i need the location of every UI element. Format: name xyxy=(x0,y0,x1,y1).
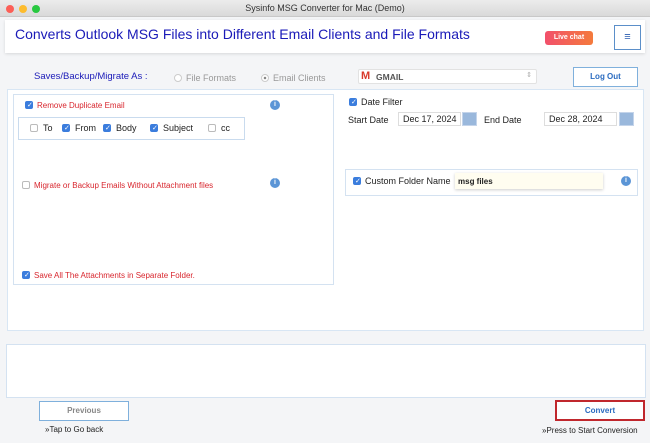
date-filter-label: Date Filter xyxy=(361,97,403,107)
previous-hint: »Tap to Go back xyxy=(45,425,104,434)
field-body-label: Body xyxy=(116,123,137,133)
gmail-icon: M xyxy=(361,70,371,82)
field-subject-checkbox[interactable] xyxy=(150,124,158,132)
header: Converts Outlook MSG Files into Differen… xyxy=(5,20,645,53)
info-icon[interactable]: i xyxy=(270,178,280,188)
remove-duplicate-label: Remove Duplicate Email xyxy=(37,101,125,110)
field-subject-label: Subject xyxy=(163,123,194,133)
email-clients-label: Email Clients xyxy=(273,73,326,83)
info-icon[interactable]: i xyxy=(621,176,631,186)
minimize-window-button[interactable] xyxy=(19,5,27,13)
custom-folder-checkbox[interactable] xyxy=(353,177,361,185)
field-body-checkbox[interactable] xyxy=(103,124,111,132)
file-formats-label: File Formats xyxy=(186,73,237,83)
calendar-icon[interactable] xyxy=(619,112,634,126)
end-date-input[interactable]: Dec 28, 2024 xyxy=(544,112,617,126)
chevron-updown-icon: ⇕ xyxy=(526,72,532,79)
field-to-checkbox[interactable] xyxy=(30,124,38,132)
custom-folder-input[interactable]: msg files xyxy=(455,173,603,189)
calendar-icon[interactable] xyxy=(462,112,477,126)
field-from-checkbox[interactable] xyxy=(62,124,70,132)
end-date-label: End Date xyxy=(484,115,522,125)
remove-duplicate-checkbox[interactable] xyxy=(25,101,33,109)
start-date-input[interactable]: Dec 17, 2024 xyxy=(398,112,461,126)
field-to-label: To xyxy=(43,123,53,133)
close-window-button[interactable] xyxy=(6,5,14,13)
radio-file-formats[interactable] xyxy=(174,74,182,82)
convert-button[interactable]: Convert xyxy=(555,400,645,421)
previous-button[interactable]: Previous xyxy=(39,401,129,421)
live-chat-button[interactable]: Live chat xyxy=(545,31,593,45)
without-attachment-label: Migrate or Backup Emails Without Attachm… xyxy=(34,181,214,190)
start-date-label: Start Date xyxy=(348,115,389,125)
field-from-label: From xyxy=(75,123,96,133)
email-client-select[interactable]: M GMAIL ⇕ xyxy=(358,69,537,84)
left-options-panel: Remove Duplicate Email i To From Body Su… xyxy=(13,94,334,285)
custom-folder-panel: Custom Folder Name msg files i xyxy=(345,169,638,196)
without-attachment-checkbox[interactable] xyxy=(22,181,30,189)
title-bar: Sysinfo MSG Converter for Mac (Demo) xyxy=(0,0,650,17)
page-title: Converts Outlook MSG Files into Differen… xyxy=(15,26,470,42)
info-icon[interactable]: i xyxy=(270,100,280,110)
logout-button[interactable]: Log Out xyxy=(573,67,638,87)
zoom-window-button[interactable] xyxy=(32,5,40,13)
field-cc-label: cc xyxy=(221,123,230,133)
save-as-label: Saves/Backup/Migrate As : xyxy=(34,71,148,82)
save-attachments-label: Save All The Attachments in Separate Fol… xyxy=(34,271,195,280)
save-attachments-checkbox[interactable] xyxy=(22,271,30,279)
field-cc-checkbox[interactable] xyxy=(208,124,216,132)
radio-email-clients[interactable] xyxy=(261,74,269,82)
custom-folder-label: Custom Folder Name xyxy=(365,176,451,186)
selected-client: GMAIL xyxy=(376,72,404,82)
duplicate-fields-group: To From Body Subject cc xyxy=(18,117,245,140)
convert-hint: »Press to Start Conversion xyxy=(542,426,638,435)
log-output-area xyxy=(6,344,646,398)
menu-icon[interactable]: ≡ xyxy=(614,25,641,50)
window-title: Sysinfo MSG Converter for Mac (Demo) xyxy=(245,3,405,13)
date-filter-checkbox[interactable] xyxy=(349,98,357,106)
